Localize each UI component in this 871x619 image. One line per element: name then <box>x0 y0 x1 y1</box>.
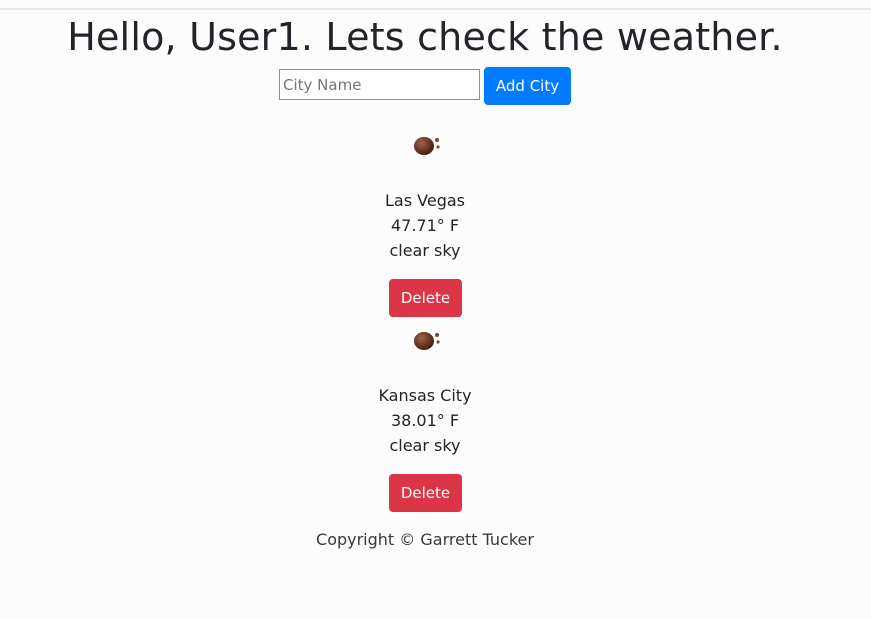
city-name: Las Vegas <box>385 191 465 210</box>
city-description: clear sky <box>389 436 461 455</box>
footer-copyright: Copyright © Garrett Tucker <box>316 530 534 549</box>
delete-city-button[interactable]: Delete <box>389 279 462 317</box>
city-name: Kansas City <box>378 386 472 405</box>
city-temperature: 47.71° F <box>390 216 460 235</box>
delete-city-button[interactable]: Delete <box>389 474 462 512</box>
add-city-button[interactable]: Add City <box>484 67 571 105</box>
city-temperature: 38.01° F <box>390 411 460 430</box>
city-name-input[interactable] <box>279 69 480 100</box>
page: Hello, User1. Lets check the weather. Ad… <box>0 0 850 619</box>
page-title: Hello, User1. Lets check the weather. <box>67 15 783 59</box>
weather-icon <box>414 137 440 155</box>
weather-icon <box>414 332 440 350</box>
city-description: clear sky <box>389 241 461 260</box>
